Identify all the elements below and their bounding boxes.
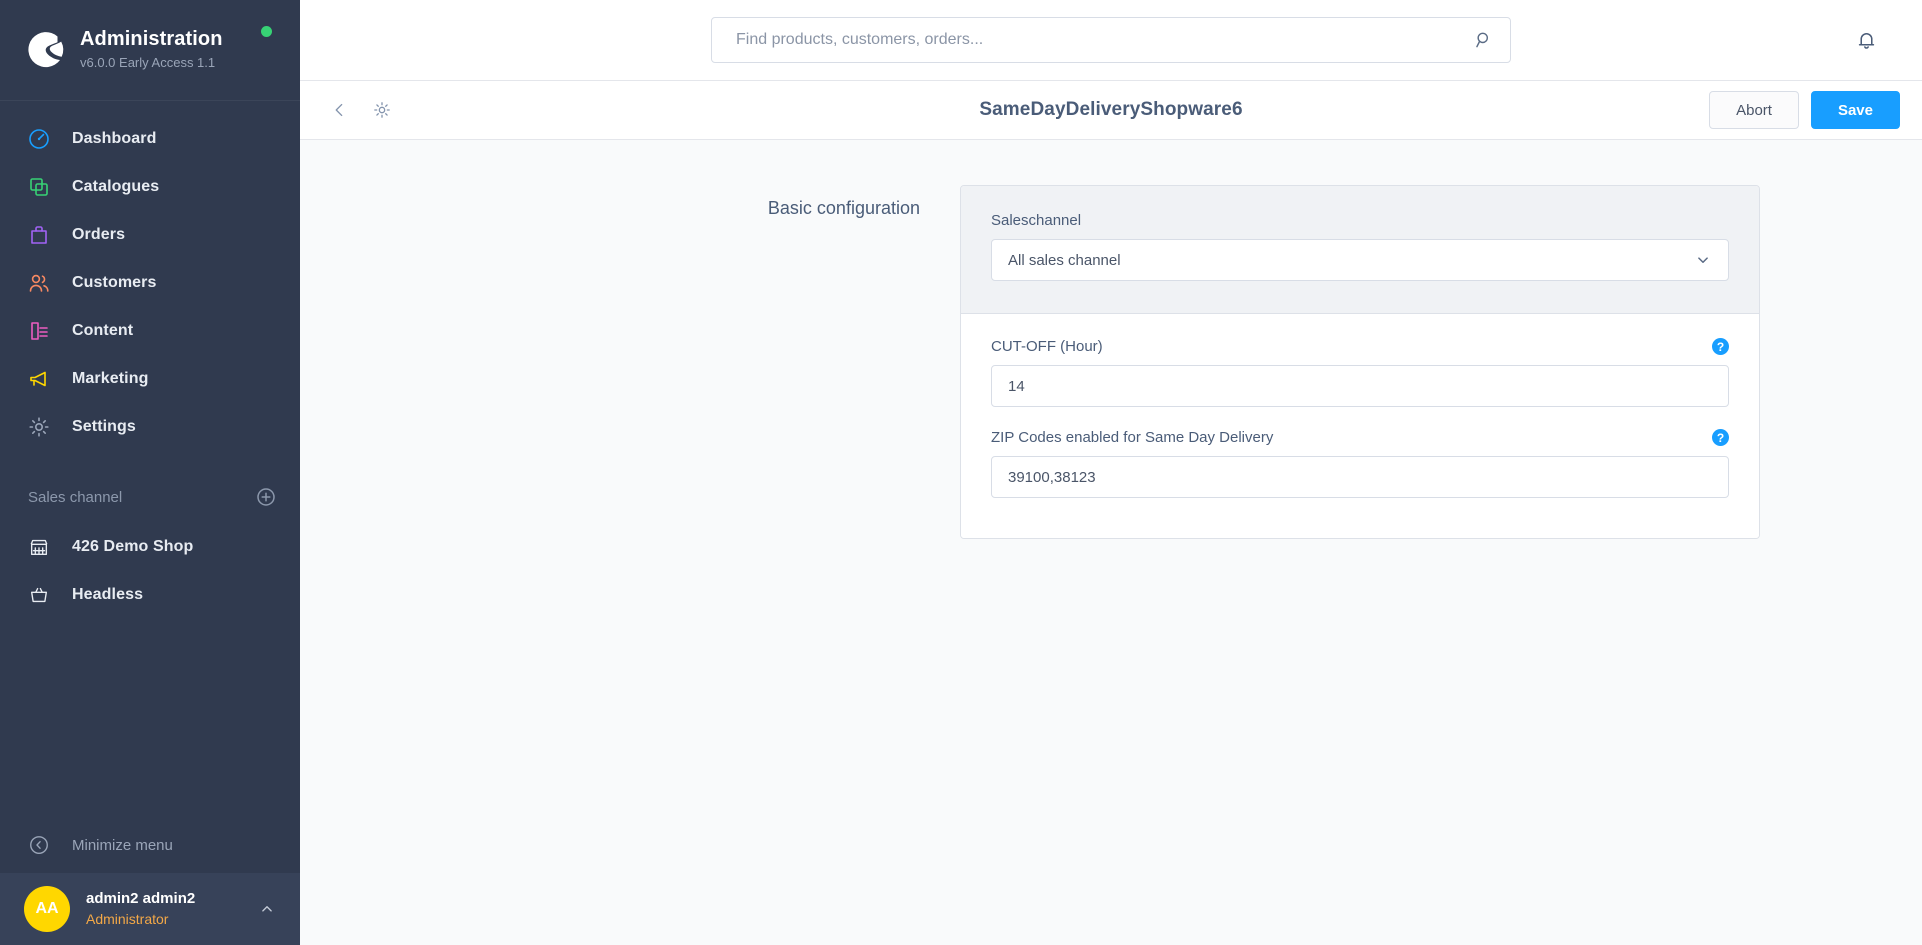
cutoff-label: CUT-OFF (Hour) [991, 338, 1103, 355]
saleschannel-field-head: Saleschannel [991, 212, 1729, 229]
orders-bag-icon [24, 223, 54, 247]
shopware-logo-icon [24, 29, 66, 71]
sidebar-item-label: Settings [72, 418, 136, 435]
chevron-up-icon[interactable] [258, 900, 276, 918]
help-circle-icon[interactable]: ? [1712, 338, 1729, 355]
sidebar-item-marketing[interactable]: Marketing [0, 355, 300, 403]
zipcodes-field-head: ZIP Codes enabled for Same Day Delivery … [991, 429, 1729, 446]
catalogues-copy-icon [24, 175, 54, 199]
brand-text: Administration v6.0.0 Early Access 1.1 [80, 27, 223, 72]
page-header: SameDayDeliveryShopware6 Abort Save [300, 81, 1922, 140]
sidebar-item-426-demo-shop[interactable]: 426 Demo Shop [0, 523, 300, 571]
sidebar-item-content[interactable]: Content [0, 307, 300, 355]
sidebar-item-label: Marketing [72, 370, 149, 387]
cutoff-input[interactable] [991, 365, 1729, 407]
cutoff-field-head: CUT-OFF (Hour) ? [991, 338, 1729, 355]
user-menu[interactable]: AA admin2 admin2 Administrator [0, 873, 300, 945]
basic-configuration-row: Basic configuration Saleschannel All sal… [300, 140, 1922, 539]
minimize-menu-label: Minimize menu [72, 836, 173, 854]
sidebar-item-label: Content [72, 322, 134, 339]
plus-circle-icon[interactable] [256, 487, 276, 507]
zipcodes-input[interactable] [991, 456, 1729, 498]
bell-icon[interactable] [1855, 29, 1878, 52]
abort-button[interactable]: Abort [1709, 91, 1799, 129]
user-name: admin2 admin2 [86, 890, 196, 908]
minimize-menu-button[interactable]: Minimize menu [0, 817, 300, 873]
cutoff-field: CUT-OFF (Hour) ? [991, 338, 1729, 407]
user-role: Administrator [86, 910, 169, 927]
sidebar-nav: Dashboard Catalogues Orders Customers Co… [0, 101, 300, 451]
chevron-left-circle-icon [24, 834, 54, 856]
sales-channel-section-label: Sales channel [28, 488, 123, 506]
basic-configuration-label: Basic configuration [767, 198, 920, 218]
help-circle-icon[interactable]: ? [1712, 429, 1729, 446]
marketing-megaphone-icon [24, 367, 54, 391]
avatar: AA [24, 886, 70, 932]
saleschannel-label: Saleschannel [991, 212, 1082, 229]
status-online-dot [261, 26, 272, 37]
sidebar-item-settings[interactable]: Settings [0, 403, 300, 451]
brand-title: Administration [80, 28, 223, 51]
saleschannel-select[interactable]: All sales channel [991, 239, 1729, 281]
basket-icon [24, 584, 54, 606]
customers-people-icon [24, 271, 54, 295]
zipcodes-field: ZIP Codes enabled for Same Day Delivery … [991, 429, 1729, 498]
chevron-left-icon[interactable] [326, 96, 354, 124]
sidebar-item-label: Dashboard [72, 130, 157, 147]
sidebar-item-headless[interactable]: Headless [0, 571, 300, 619]
content-area: Basic configuration Saleschannel All sal… [300, 140, 1922, 945]
search-input[interactable] [734, 30, 1474, 50]
page-title: SameDayDeliveryShopware6 [979, 99, 1243, 120]
storefront-icon [24, 536, 54, 558]
sidebar-item-label: Headless [72, 586, 144, 603]
sidebar-brand[interactable]: Administration v6.0.0 Early Access 1.1 [0, 0, 300, 100]
content-document-icon [24, 319, 54, 343]
topbar [300, 0, 1922, 81]
brand-version: v6.0.0 Early Access 1.1 [80, 55, 216, 71]
gear-icon[interactable] [368, 96, 396, 124]
save-button[interactable]: Save [1810, 91, 1900, 129]
search-box[interactable] [711, 17, 1511, 63]
sidebar-item-dashboard[interactable]: Dashboard [0, 115, 300, 163]
search-icon[interactable] [1474, 30, 1494, 50]
sidebar-item-label: Customers [72, 274, 157, 291]
sidebar-item-catalogues[interactable]: Catalogues [0, 163, 300, 211]
sidebar-item-label: Orders [72, 226, 126, 243]
sales-channel-section-header: Sales channel [0, 477, 300, 517]
saleschannel-selected-value: All sales channel [1008, 251, 1121, 269]
dashboard-gauge-icon [24, 127, 54, 151]
main-area: SameDayDeliveryShopware6 Abort Save Basi… [300, 0, 1922, 945]
user-meta: admin2 admin2 Administrator [86, 889, 258, 928]
configuration-card: Saleschannel All sales channel CUT-OFF (… [960, 185, 1760, 539]
sidebar: Administration v6.0.0 Early Access 1.1 D… [0, 0, 300, 945]
zipcodes-label: ZIP Codes enabled for Same Day Delivery [991, 429, 1274, 446]
global-search [711, 17, 1511, 63]
sidebar-item-label: Catalogues [72, 178, 160, 195]
sidebar-item-orders[interactable]: Orders [0, 211, 300, 259]
saleschannel-section: Saleschannel All sales channel [961, 186, 1759, 314]
chevron-down-icon[interactable] [1694, 251, 1712, 269]
page-header-actions: Abort Save [1709, 91, 1900, 129]
saleschannel-field: Saleschannel All sales channel [991, 212, 1729, 281]
card-body: CUT-OFF (Hour) ? ZIP Codes enabled for S… [961, 314, 1759, 538]
sales-channel-list: 426 Demo Shop Headless [0, 523, 300, 619]
app-root: Administration v6.0.0 Early Access 1.1 D… [0, 0, 1922, 945]
sidebar-item-customers[interactable]: Customers [0, 259, 300, 307]
sidebar-item-label: 426 Demo Shop [72, 538, 194, 555]
settings-gear-icon [24, 415, 54, 439]
